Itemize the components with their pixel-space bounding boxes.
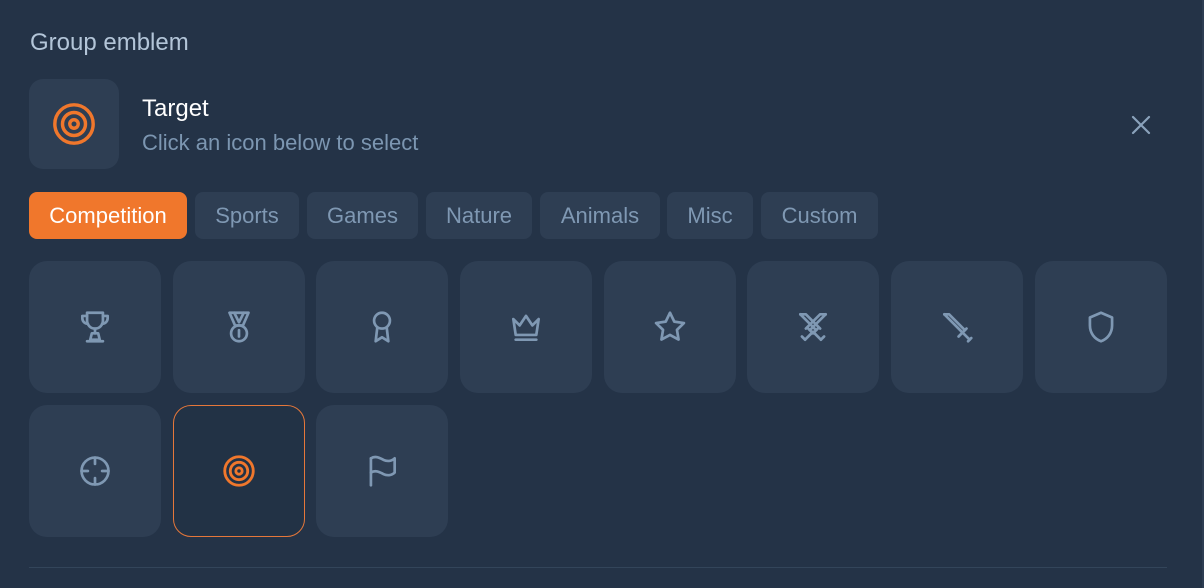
tab-sports[interactable]: Sports <box>195 192 299 239</box>
target-icon <box>223 455 255 487</box>
emblem-option-shield[interactable] <box>1035 261 1167 393</box>
emblem-option-medal[interactable] <box>173 261 305 393</box>
tab-custom[interactable]: Custom <box>761 192 878 239</box>
close-icon <box>1131 115 1151 135</box>
emblem-option-crosshair[interactable] <box>29 405 161 537</box>
crown-icon <box>511 314 541 342</box>
shield-icon <box>1088 311 1114 343</box>
crosshair-icon <box>80 456 110 486</box>
emblem-picker-panel: Group emblem Target Click an icon below … <box>0 0 1204 588</box>
selected-emblem-preview <box>29 79 119 169</box>
tab-misc[interactable]: Misc <box>667 192 753 239</box>
emblem-option-target[interactable] <box>173 405 305 537</box>
emblem-option-trophy[interactable] <box>29 261 161 393</box>
emblem-option-crown[interactable] <box>460 261 592 393</box>
star-icon <box>654 311 686 341</box>
emblem-option-flag[interactable] <box>316 405 448 537</box>
tab-nature[interactable]: Nature <box>426 192 532 239</box>
selected-emblem-name: Target <box>142 95 209 122</box>
medal-icon <box>228 311 250 343</box>
award-ribbon-icon <box>372 311 392 343</box>
trophy-icon <box>80 311 110 343</box>
tab-animals[interactable]: Animals <box>540 192 660 239</box>
tab-games[interactable]: Games <box>307 192 418 239</box>
bottom-divider <box>29 567 1167 568</box>
emblem-option-sword[interactable] <box>891 261 1023 393</box>
flag-icon <box>369 455 397 487</box>
target-icon <box>53 103 95 145</box>
tab-competition[interactable]: Competition <box>29 192 187 239</box>
emblem-option-award[interactable] <box>316 261 448 393</box>
emblem-option-crossed-swords[interactable] <box>747 261 879 393</box>
crossed-swords-icon <box>798 312 828 342</box>
sword-icon <box>942 312 973 343</box>
close-button[interactable] <box>1124 108 1158 142</box>
selection-hint: Click an icon below to select <box>142 130 419 155</box>
emblem-option-star[interactable] <box>604 261 736 393</box>
section-title: Group emblem <box>30 29 189 56</box>
